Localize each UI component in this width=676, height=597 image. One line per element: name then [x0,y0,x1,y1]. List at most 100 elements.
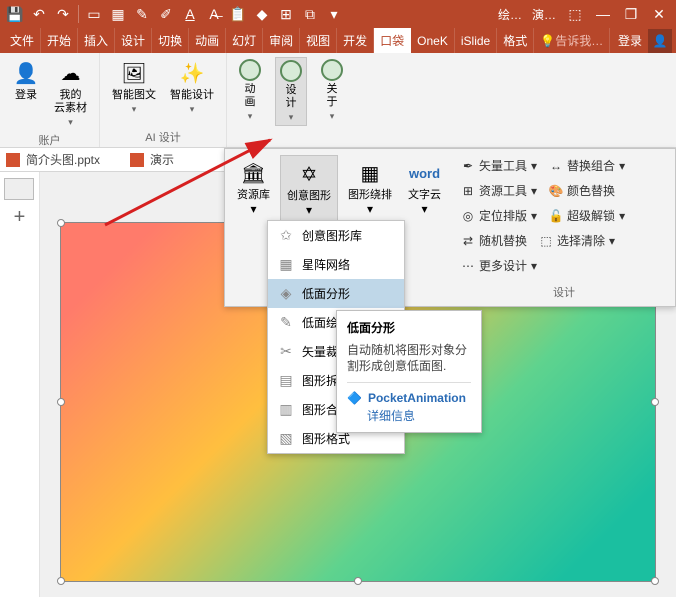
resize-handle[interactable] [651,398,659,406]
group-icon[interactable]: ⧉ [299,3,321,25]
resize-handle[interactable] [57,577,65,585]
color-replace-label: 颜色替换 [567,182,615,199]
chevron-down-icon: ▾ [68,117,73,128]
menu-shape-library[interactable]: ✩创意图形库 [268,221,404,250]
tab-file[interactable]: 文件 [4,28,41,53]
anim-button[interactable]: 动 画 ▾ [235,57,265,124]
login-button[interactable]: 👤 登录 [8,57,44,104]
more-qat-icon[interactable]: ▾ [323,3,345,25]
resize-handle[interactable] [354,577,362,585]
restore-icon[interactable]: ❐ [618,1,644,27]
font-color-icon[interactable]: A [179,3,201,25]
tooltip-title: 低面分形 [347,319,471,336]
ribbon-tabs: 文件 开始 插入 设计 切换 动画 幻灯 审阅 视图 开发 口袋 OneK iS… [0,28,676,53]
add-slide-icon[interactable]: + [4,206,35,229]
resource-label: 资源库 [237,189,270,202]
swap-icon: ↔ [549,159,563,173]
undo-icon[interactable]: ↶ [28,3,50,25]
tab-start[interactable]: 开始 [41,28,78,53]
tab-pocket[interactable]: 口袋 [374,28,411,53]
menu-lowpoly[interactable]: ◈ 低面分形 [268,279,404,308]
close-icon[interactable]: ✕ [646,1,672,27]
resize-handle[interactable] [57,219,65,227]
about-button[interactable]: 关 于 ▾ [317,57,347,124]
tab-onek[interactable]: OneK [411,28,455,53]
save-icon[interactable]: 💾 [4,3,26,25]
super-unlock-link[interactable]: 🔓超级解锁▾ [545,205,629,226]
wordcloud-button[interactable]: word 文字云 ▾ [402,155,447,300]
shape-icon[interactable]: ◆ [251,3,273,25]
chevron-down-icon: ▾ [531,159,537,173]
chevron-down-icon: ▾ [248,111,253,122]
scissors-icon: ✂ [278,344,294,360]
tab-review[interactable]: 审阅 [263,28,300,53]
strike-icon[interactable]: A̶ [203,3,225,25]
smart-pic-label: 智能图文 [112,89,156,102]
chevron-down-icon: ▾ [531,184,537,198]
chevron-down-icon: ▾ [531,209,537,223]
design-group-label: 设计 [453,282,675,306]
align-icon[interactable]: ⊞ [275,3,297,25]
tab-dev[interactable]: 开发 [337,28,374,53]
palette-icon: 🎨 [549,184,563,198]
merge-icon: ▥ [278,402,294,418]
tab-design[interactable]: 设计 [115,28,152,53]
login-link[interactable]: 登录 [612,32,648,49]
cloud-assets-button[interactable]: ☁ 我的 云素材 ▾ [50,57,91,130]
random-replace-link[interactable]: ⇄随机替换 [457,230,531,251]
doc-filename[interactable]: 简介头图.pptx [26,151,100,168]
tab-slideshow[interactable]: 幻灯 [226,28,263,53]
super-unlock-label: 超级解锁 [567,207,615,224]
new-slide-icon[interactable]: ▭ [83,3,105,25]
eyedropper-icon[interactable]: ✐ [155,3,177,25]
dots-icon: ⋯ [461,259,475,273]
tab-transition[interactable]: 切换 [152,28,189,53]
select-clear-link[interactable]: ⬚选择清除▾ [535,230,619,251]
design-button[interactable]: 设 计 ▾ [275,57,307,126]
resource-tools-link[interactable]: ⊞资源工具▾ [457,180,541,201]
minimize-icon[interactable]: — [590,1,616,27]
tab-format[interactable]: 格式 [497,28,534,53]
menu-star-grid[interactable]: ▦星阵网络 [268,250,404,279]
tab-islide[interactable]: iSlide [455,28,497,53]
ribbon: 👤 登录 ☁ 我的 云素材 ▾ 账户 🖼 智能图文 ▾ ✨ 智能设计 ▾ AI [0,53,676,148]
chevron-down-icon: ▾ [619,209,625,223]
more-design-link[interactable]: ⋯更多设计▾ [457,255,541,276]
word-icon: word [411,159,439,187]
brush-icon[interactable]: ✎ [131,3,153,25]
cloud-icon: ☁ [57,59,85,87]
user-avatar-icon[interactable]: 👤 [648,29,672,53]
tab-insert[interactable]: 插入 [78,28,115,53]
tooltip-more-link[interactable]: 详细信息 [367,407,471,424]
paste-icon[interactable]: 📋 [227,3,249,25]
tooltip-link[interactable]: 🔷PocketAnimation [347,391,471,405]
locate-layout-link[interactable]: ◎定位排版▾ [457,205,541,226]
cloud-label: 我的 云素材 [54,89,87,115]
tab-tellme[interactable]: 💡 告诉我… [534,28,610,53]
vector-tools-link[interactable]: ✒矢量工具▾ [457,155,541,176]
smart-design-button[interactable]: ✨ 智能设计 ▾ [166,57,218,117]
smart-pic-button[interactable]: 🖼 智能图文 ▾ [108,57,160,117]
replace-combo-link[interactable]: ↔替换组合▾ [545,155,629,176]
grid-icon: ▦ [278,257,294,273]
color-replace-link[interactable]: 🎨 颜色替换 [545,180,619,201]
slide-thumbnail[interactable] [4,178,34,200]
tab-animation[interactable]: 动画 [189,28,226,53]
resource-tools-label: 资源工具 [479,182,527,199]
tab-view[interactable]: 视图 [300,28,337,53]
ribbon-options-icon[interactable]: ⬚ [562,1,588,27]
split-icon: ▤ [278,373,294,389]
doc-pres[interactable]: 演示 [150,151,174,168]
resize-handle[interactable] [651,577,659,585]
resize-handle[interactable] [57,398,65,406]
layout-icon[interactable]: ▦ [107,3,129,25]
circle-icon [280,60,302,82]
menu-label: 低面分形 [302,285,350,302]
random-replace-label: 随机替换 [479,232,527,249]
about-label: 关 于 [327,83,338,109]
ribbon-group-ai: 🖼 智能图文 ▾ ✨ 智能设计 ▾ AI 设计 [100,53,227,147]
hexstar-icon: ✡ [295,160,323,188]
thumbnail-column[interactable]: + [0,172,40,597]
diamond-icon: ◈ [278,286,294,302]
redo-icon[interactable]: ↷ [52,3,74,25]
